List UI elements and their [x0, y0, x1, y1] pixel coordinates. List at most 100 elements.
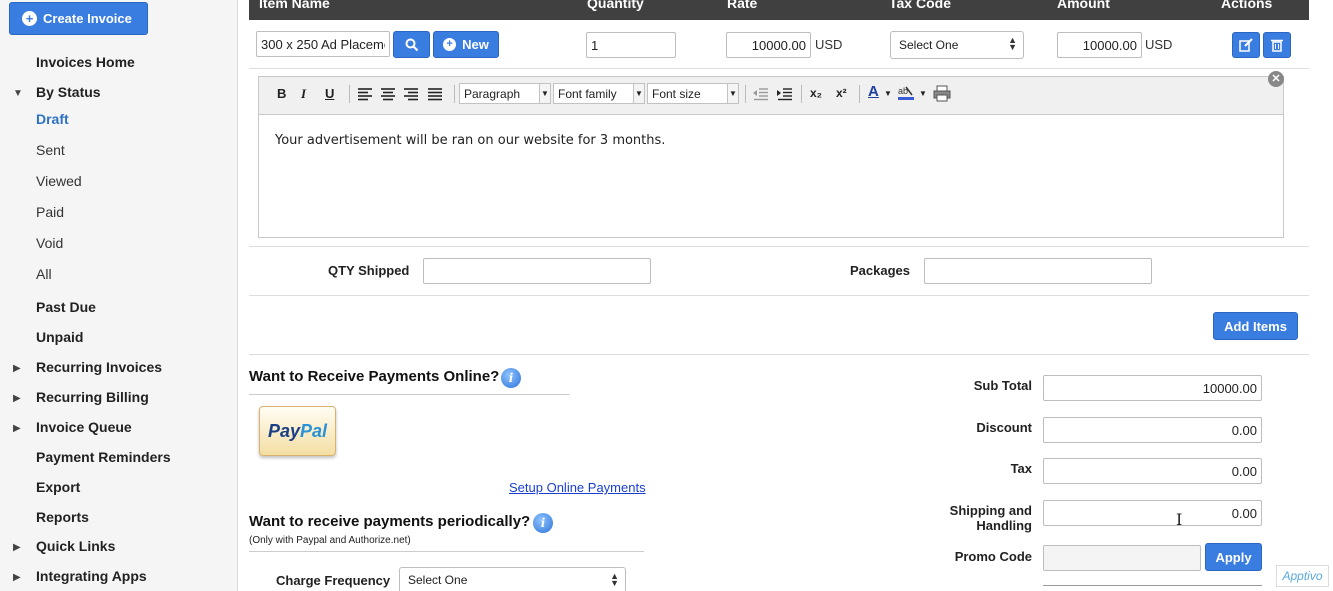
search-item-button[interactable]	[393, 31, 430, 58]
online-payments-heading: Want to Receive Payments Online?	[249, 368, 500, 385]
sidebar-item-export[interactable]: Export	[36, 479, 80, 495]
invoice-editor-main: Item Name Quantity Rate Tax Code Amount …	[249, 0, 1309, 591]
tax-input[interactable]	[1043, 458, 1262, 484]
toolbar-separator	[454, 85, 455, 103]
editor-content[interactable]: Your advertisement will be ran on our we…	[275, 133, 665, 148]
sidebar-item-quick-links[interactable]: Quick Links	[36, 538, 115, 554]
packages-label: Packages	[850, 263, 910, 278]
sidebar-item-by-status[interactable]: By Status	[36, 84, 101, 100]
qty-shipped-input[interactable]	[423, 258, 651, 284]
sub-total-input[interactable]	[1043, 375, 1262, 401]
paypal-logo-pal: Pal	[300, 420, 328, 441]
sub-total-label: Sub Total	[973, 378, 1032, 393]
outdent-icon[interactable]	[753, 87, 769, 101]
subscript-button[interactable]: x₂	[810, 86, 822, 100]
caret-right-icon[interactable]: ▶	[13, 363, 21, 374]
packages-input[interactable]	[924, 258, 1152, 284]
shipping-handling-input[interactable]	[1043, 500, 1262, 526]
plus-circle-icon: +	[22, 11, 37, 26]
sidebar-item-sent[interactable]: Sent	[36, 142, 65, 158]
sidebar-item-reports[interactable]: Reports	[36, 509, 89, 525]
items-table-header: Item Name Quantity Rate Tax Code Amount …	[249, 0, 1309, 20]
header-amount: Amount	[1057, 0, 1110, 11]
superscript-button[interactable]: x²	[836, 86, 847, 100]
add-items-button[interactable]: Add Items	[1213, 312, 1298, 340]
sidebar-item-invoice-queue[interactable]: Invoice Queue	[36, 419, 132, 435]
info-icon[interactable]: i	[501, 368, 521, 388]
caret-right-icon[interactable]: ▶	[13, 393, 21, 404]
apptivo-logo: Apptivo	[1276, 565, 1329, 587]
amount-input[interactable]	[1057, 32, 1142, 58]
caret-right-icon[interactable]: ▶	[13, 542, 21, 553]
font-size-select[interactable]: Font size ▼	[647, 83, 739, 104]
divider	[249, 68, 1309, 69]
rate-input[interactable]	[726, 32, 811, 58]
sidebar-item-paid[interactable]: Paid	[36, 204, 64, 220]
sidebar-item-integrating-apps[interactable]: Integrating Apps	[36, 568, 147, 584]
print-icon[interactable]	[933, 85, 951, 102]
font-family-value: Font family	[558, 86, 617, 101]
highlight-color-icon[interactable]: ab	[896, 83, 916, 103]
plus-circle-icon: +	[443, 38, 457, 51]
tax-code-select[interactable]: Select One ▲ ▼	[890, 31, 1024, 59]
shipping-handling-label-line2: Handling	[976, 518, 1032, 533]
sidebar-item-unpaid[interactable]: Unpaid	[36, 329, 83, 345]
shipping-handling-label-line1: Shipping and	[949, 503, 1032, 518]
dropdown-arrow-icon: ▼	[633, 84, 644, 103]
description-editor[interactable]: B I U Paragraph ▼ Font family ▼ Font siz…	[258, 76, 1284, 238]
new-item-button[interactable]: + New	[433, 31, 499, 58]
sidebar-item-viewed[interactable]: Viewed	[36, 173, 82, 189]
underline-button[interactable]: U	[325, 86, 334, 101]
paypal-logo-pay: Pay	[267, 420, 300, 441]
discount-input[interactable]	[1043, 417, 1262, 443]
sidebar-item-recurring-invoices[interactable]: Recurring Invoices	[36, 359, 162, 375]
close-icon[interactable]: ✕	[1268, 71, 1284, 87]
toolbar-separator	[745, 85, 746, 103]
shipping-handling-label: Shipping and Handling	[932, 503, 1032, 533]
tax-code-value: Select One	[899, 38, 959, 52]
paragraph-format-select[interactable]: Paragraph ▼	[459, 83, 551, 104]
item-name-input[interactable]	[256, 31, 390, 57]
create-invoice-button[interactable]: + Create Invoice	[9, 2, 148, 35]
create-invoice-label: Create Invoice	[43, 11, 132, 26]
divider	[249, 295, 1309, 296]
sidebar-item-recurring-billing[interactable]: Recurring Billing	[36, 389, 149, 405]
dropdown-arrow-icon[interactable]: ▼	[919, 89, 927, 98]
paypal-logo[interactable]: Pay Pal	[259, 406, 336, 456]
sidebar-item-payment-reminders[interactable]: Payment Reminders	[36, 449, 171, 465]
caret-right-icon[interactable]: ▶	[13, 423, 21, 434]
search-icon	[405, 38, 418, 51]
sidebar: + Create Invoice Invoices Home ▼ By Stat…	[0, 0, 238, 591]
setup-online-payments-link[interactable]: Setup Online Payments	[509, 480, 646, 495]
divider	[249, 551, 644, 552]
sidebar-item-draft[interactable]: Draft	[36, 111, 69, 127]
font-color-button[interactable]: A	[868, 83, 879, 100]
caret-down-icon[interactable]: ▼	[13, 88, 23, 99]
header-rate: Rate	[727, 0, 758, 11]
indent-icon[interactable]	[777, 87, 793, 101]
updown-arrows-icon: ▲ ▼	[610, 571, 619, 588]
sidebar-item-all[interactable]: All	[36, 266, 52, 282]
edit-item-button[interactable]	[1232, 32, 1260, 58]
info-icon[interactable]: i	[533, 513, 553, 533]
dropdown-arrow-icon[interactable]: ▼	[884, 89, 892, 98]
toolbar-separator	[349, 85, 350, 103]
charge-frequency-select[interactable]: Select One ▲ ▼	[399, 567, 626, 591]
delete-item-button[interactable]	[1263, 32, 1291, 58]
italic-button[interactable]: I	[301, 86, 306, 102]
quantity-input[interactable]	[586, 32, 676, 58]
font-family-select[interactable]: Font family ▼	[553, 83, 645, 104]
sidebar-item-invoices-home[interactable]: Invoices Home	[36, 54, 135, 70]
bold-button[interactable]: B	[277, 86, 286, 101]
sidebar-item-past-due[interactable]: Past Due	[36, 299, 96, 315]
sidebar-item-void[interactable]: Void	[36, 235, 63, 251]
updown-arrows-icon: ▲ ▼	[1008, 35, 1017, 52]
caret-right-icon[interactable]: ▶	[13, 572, 21, 583]
amount-currency: USD	[1145, 37, 1173, 52]
paragraph-format-value: Paragraph	[464, 86, 521, 101]
font-size-value: Font size	[652, 86, 701, 101]
header-tax-code: Tax Code	[889, 0, 951, 11]
text-cursor-icon: I	[1176, 510, 1183, 529]
promo-code-input[interactable]	[1043, 545, 1201, 571]
apply-promo-button[interactable]: Apply	[1205, 543, 1262, 571]
